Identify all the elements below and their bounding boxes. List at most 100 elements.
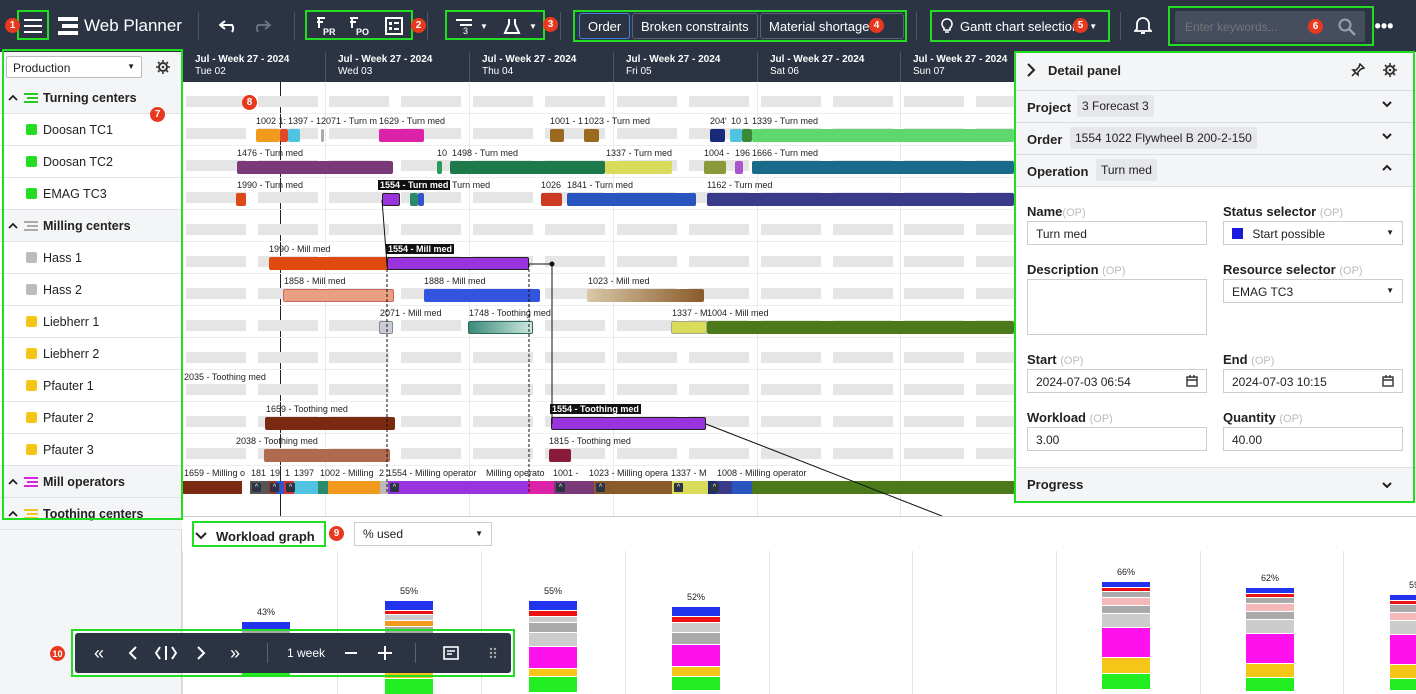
chevron-up-icon[interactable] [8, 510, 18, 518]
more-dots-icon: ••• [1374, 15, 1394, 36]
top-bar: Web Planner PR PO 3 ▼ ▼ Order Broken con… [0, 0, 1416, 52]
start-date-field[interactable]: 2024-07-03 06:54 [1027, 369, 1207, 393]
pin-button[interactable] [1348, 60, 1368, 80]
zoom-out-button[interactable] [339, 641, 363, 665]
resource-group[interactable]: Mill operators [0, 466, 182, 498]
name-label: Name(OP) [1027, 204, 1086, 219]
timeline-header: Jul - Week 27 - 2024 Tue 02 Jul - Week 27… [182, 52, 1014, 82]
sort-button[interactable]: 3 ▼ [450, 14, 492, 38]
group-icon [24, 220, 38, 231]
annotation-badge: 7 [150, 107, 165, 122]
po-button[interactable]: PO [347, 14, 371, 38]
day-header: Jul - Week 27 - 2024 Wed 03 [325, 52, 432, 82]
resource-select[interactable]: EMAG TC3 ▼ [1223, 279, 1403, 303]
next-button[interactable] [189, 641, 213, 665]
search-icon [1338, 18, 1356, 36]
chevron-down-icon[interactable] [1381, 130, 1393, 144]
resource-row[interactable]: Pfauter 1 [0, 370, 182, 402]
chevron-right-icon [1027, 63, 1036, 77]
resource-row[interactable]: Pfauter 3 [0, 434, 182, 466]
resource-row[interactable]: Hass 1 [0, 242, 182, 274]
toggle-panel-button[interactable] [439, 641, 463, 665]
pr-button[interactable]: PR [314, 14, 338, 38]
collapse-detail-button[interactable] [1021, 60, 1041, 80]
workload-stack[interactable] [529, 601, 577, 693]
search-input[interactable] [1185, 17, 1325, 37]
name-field[interactable]: Turn med [1027, 221, 1207, 245]
bulb-icon [941, 18, 953, 33]
resource-row[interactable]: Liebherr 1 [0, 306, 182, 338]
resource-label: Toothing centers [43, 506, 144, 521]
tab-broken-constraints[interactable]: Broken constraints [632, 13, 758, 39]
workload-stack[interactable] [1246, 588, 1294, 692]
chevron-down-icon[interactable] [1381, 479, 1393, 493]
drag-handle[interactable] [485, 641, 501, 665]
resource-row[interactable]: Doosan TC2 [0, 146, 182, 178]
chevron-up-icon[interactable] [8, 478, 18, 486]
redo-button[interactable] [247, 14, 275, 38]
workload-stack[interactable] [1102, 582, 1150, 690]
workload-toggle[interactable]: Workload graph [194, 524, 324, 548]
workload-stack[interactable] [1390, 595, 1416, 691]
center-today-button[interactable] [153, 641, 179, 665]
chevron-up-icon[interactable] [1381, 162, 1393, 176]
start-label: Start (OP) [1027, 352, 1084, 367]
undo-button[interactable] [215, 14, 243, 38]
resource-group-select-value: Production [13, 61, 71, 75]
calendar-icon[interactable] [1186, 375, 1198, 387]
resource-row[interactable]: Liebherr 2 [0, 338, 182, 370]
workload-mode-value: % used [363, 527, 404, 541]
more-menu-button[interactable]: ••• [1372, 14, 1396, 38]
workload-label: Workload (OP) [1027, 410, 1113, 425]
workload-segment [529, 633, 577, 647]
workload-field[interactable]: 3.00 [1027, 427, 1207, 451]
jump-last-button[interactable]: » [223, 641, 247, 665]
workload-segment [1246, 612, 1294, 620]
status-select[interactable]: Start possible ▼ [1223, 221, 1403, 245]
workload-mode-select[interactable]: % used ▼ [354, 522, 492, 546]
search-button[interactable] [1335, 15, 1359, 39]
project-label: Project [1027, 100, 1072, 115]
resource-color-swatch [26, 252, 37, 263]
resource-row[interactable]: Pfauter 2 [0, 402, 182, 434]
chevron-up-icon[interactable] [8, 222, 18, 230]
order-value: 1554 1022 Flywheel B 200-2-150 [1070, 127, 1257, 149]
previous-button[interactable] [121, 641, 145, 665]
hamburger-icon [24, 19, 42, 33]
workload-segment [1102, 614, 1150, 628]
list-view-button[interactable] [382, 14, 406, 38]
resource-settings-button[interactable] [152, 56, 174, 78]
workload-segment [672, 607, 720, 617]
workload-percent-label: 43% [256, 607, 275, 617]
workload-percent-label: 66% [1116, 567, 1135, 577]
resource-row[interactable]: Hass 2 [0, 274, 182, 306]
annotation-badge: 8 [242, 95, 257, 110]
end-label: End (OP) [1223, 352, 1275, 367]
filter-button[interactable]: ▼ [498, 14, 542, 38]
resource-color-swatch [26, 124, 37, 135]
workload-percent-label: 55% [543, 586, 562, 596]
resource-group-select[interactable]: Production ▼ [6, 56, 142, 78]
day-header: Jul - Week 27 - 2024 Fri 05 [613, 52, 720, 82]
workload-stack[interactable] [672, 607, 720, 691]
detail-settings-button[interactable] [1380, 60, 1400, 80]
resource-row[interactable]: EMAG TC3 [0, 178, 182, 210]
chevron-down-icon[interactable] [1381, 98, 1393, 112]
end-date-field[interactable]: 2024-07-03 10:15 [1223, 369, 1403, 393]
resource-group[interactable]: Milling centers [0, 210, 182, 242]
quantity-field[interactable]: 40.00 [1223, 427, 1403, 451]
search-box [1175, 11, 1365, 42]
calendar-icon[interactable] [1382, 375, 1394, 387]
menu-button[interactable] [20, 14, 46, 38]
double-chevron-left-icon: « [93, 642, 104, 663]
chevron-up-icon[interactable] [8, 94, 18, 102]
chevron-down-icon: ▼ [475, 529, 483, 538]
tab-order[interactable]: Order [579, 13, 631, 39]
notifications-button[interactable] [1130, 13, 1156, 39]
description-field[interactable] [1027, 279, 1207, 335]
zoom-in-button[interactable] [373, 641, 397, 665]
jump-first-button[interactable]: « [87, 641, 111, 665]
resource-group[interactable]: Toothing centers [0, 498, 182, 530]
resource-color-swatch [26, 348, 37, 359]
resource-label: Hass 2 [43, 282, 82, 297]
